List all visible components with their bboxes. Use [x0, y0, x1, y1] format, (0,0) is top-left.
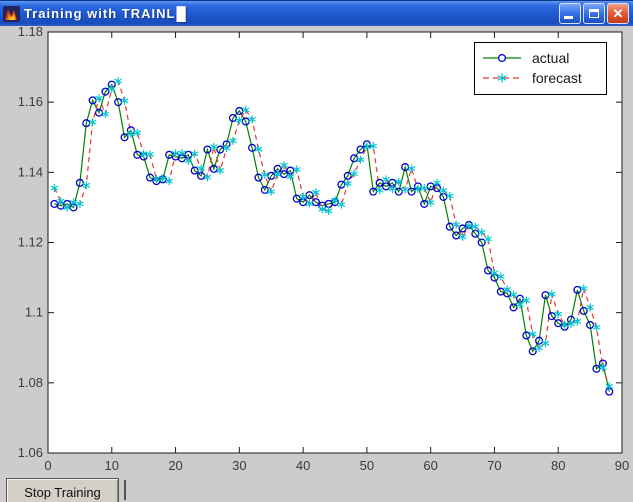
window-controls: ✕: [559, 3, 629, 24]
legend-label-forecast: forecast: [532, 70, 582, 86]
y-tick-label: 1.14: [18, 164, 43, 179]
minimize-button[interactable]: [559, 3, 581, 24]
plot-area: [47, 31, 623, 454]
x-tick-label: 0: [44, 458, 51, 473]
footer-divider: [124, 480, 126, 500]
window-title-text: Training with TRAINL: [24, 6, 176, 21]
close-icon: ✕: [612, 6, 624, 21]
close-button[interactable]: ✕: [607, 3, 629, 24]
legend-entry-actual: actual: [481, 48, 600, 68]
stop-training-button[interactable]: Stop Training: [6, 478, 119, 502]
x-tick-label: 10: [105, 458, 119, 473]
y-tick-label: 1.16: [18, 94, 43, 109]
title-block-cursor: █: [176, 6, 187, 21]
legend-actual-marker: [483, 53, 521, 63]
figure-canvas: 0 10 20 30 40 50 60 70 80 90 1.06 1.08 1.1 1.12 1.14 1.…: [18, 26, 630, 473]
x-tick-label: 40: [296, 458, 310, 473]
x-tick-label: 70: [487, 458, 501, 473]
maximize-button[interactable]: [583, 3, 605, 24]
x-tick-label: 30: [232, 458, 246, 473]
x-tick-label: 50: [360, 458, 374, 473]
maximize-icon: [589, 9, 599, 18]
legend-entry-forecast: forecast: [481, 68, 600, 88]
y-tick-label: 1.1: [25, 305, 43, 320]
x-tick-label: 80: [551, 458, 565, 473]
y-tick-label: 1.12: [18, 235, 43, 250]
legend: actual forecast: [474, 42, 607, 95]
minimize-icon: [564, 16, 573, 19]
figure-window: Training with TRAINL█ ✕ 0 10 20 30 40 50 60 70 8…: [0, 0, 633, 502]
x-tick-label: 90: [615, 458, 629, 473]
matlab-flame-icon: [3, 5, 20, 22]
x-tick-label: 60: [423, 458, 437, 473]
legend-label-actual: actual: [532, 50, 570, 66]
y-tick-label: 1.08: [18, 375, 43, 390]
legend-forecast-marker: [483, 73, 521, 83]
x-tick-label: 20: [168, 458, 182, 473]
y-tick-label: 1.06: [18, 445, 43, 460]
y-tick-label: 1.18: [18, 26, 43, 39]
window-title: Training with TRAINL█: [24, 6, 559, 21]
figure-body: 0 10 20 30 40 50 60 70 80 90 1.06 1.08 1.1 1.12 1.14 1.…: [0, 26, 633, 502]
window-title-bar[interactable]: Training with TRAINL█ ✕: [0, 0, 633, 26]
